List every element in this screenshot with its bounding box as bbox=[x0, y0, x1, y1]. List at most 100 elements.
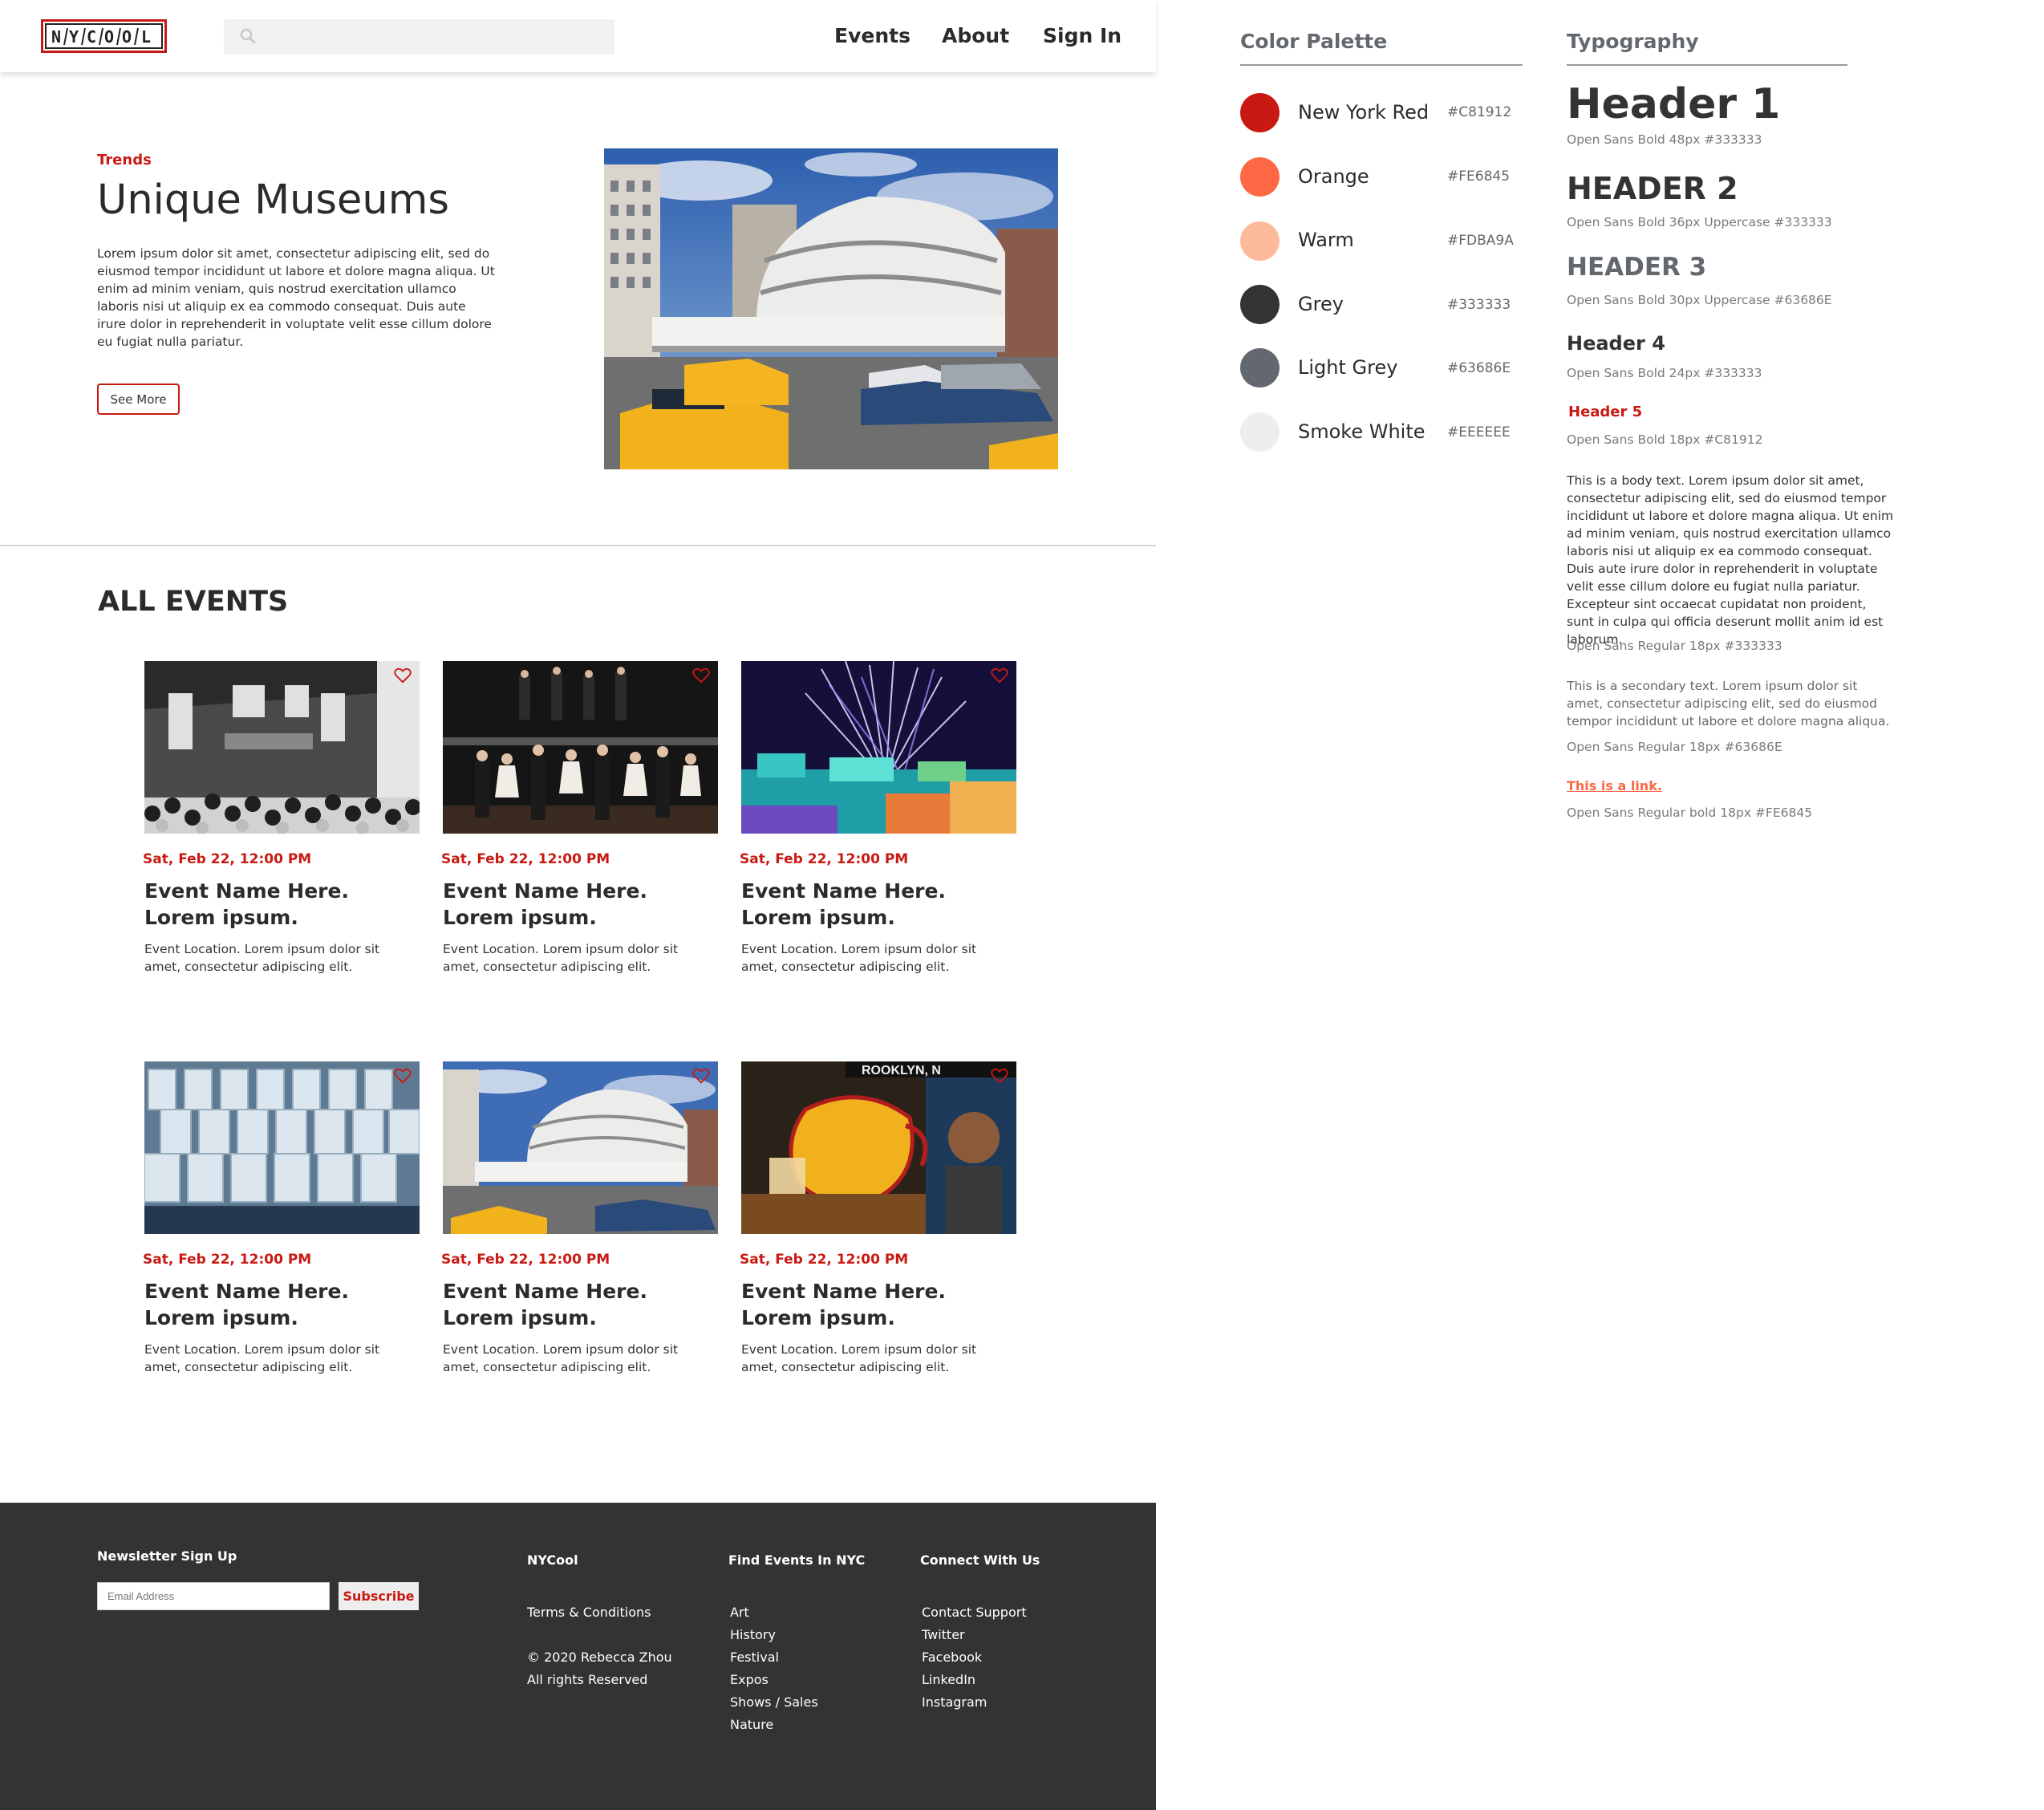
body-text-spec: Open Sans Regular 18px #333333 bbox=[1567, 639, 1782, 653]
color-name: Grey bbox=[1298, 293, 1344, 315]
event-date: Sat, Feb 22, 12:00 PM bbox=[143, 851, 312, 867]
sample-link[interactable]: This is a link. bbox=[1567, 778, 1662, 793]
footer-col-nycool-title: NYCool bbox=[527, 1552, 578, 1568]
svg-text:C: C bbox=[87, 27, 96, 47]
event-card[interactable]: Sat, Feb 22, 12:00 PM Event Name Here. L… bbox=[740, 661, 1016, 974]
link-spec: Open Sans Regular bold 18px #FE6845 bbox=[1567, 806, 1813, 820]
event-date: Sat, Feb 22, 12:00 PM bbox=[740, 851, 909, 867]
color-name: Warm bbox=[1298, 229, 1354, 251]
event-card[interactable]: Sat, Feb 22, 12:00 PM Event Name Here. L… bbox=[143, 661, 420, 974]
sample-header-5: Header 5 bbox=[1568, 404, 1643, 420]
hero-kicker: Trends bbox=[97, 152, 152, 168]
hero-museum-image[interactable] bbox=[604, 148, 1058, 469]
footer-col-events-title: Find Events In NYC bbox=[728, 1552, 866, 1568]
footer-link-shows-sales[interactable]: Shows / Sales bbox=[730, 1694, 818, 1710]
event-date: Sat, Feb 22, 12:00 PM bbox=[441, 1252, 610, 1268]
heart-icon[interactable] bbox=[991, 1068, 1008, 1084]
heart-icon[interactable] bbox=[692, 668, 710, 684]
event-name[interactable]: Event Name Here. Lorem ipsum. bbox=[741, 878, 1016, 931]
sample-header-3: Header 3 bbox=[1567, 253, 1707, 282]
logo-wordmark: N Y C O O L bbox=[45, 23, 163, 49]
event-card[interactable]: ROOKLYN, N Sat, Feb 22, 12:00 PM Event N… bbox=[740, 1061, 1016, 1374]
design-board: N Y C O O L Events About Sign In Trends … bbox=[0, 0, 2044, 1810]
heart-icon[interactable] bbox=[991, 668, 1008, 684]
event-date: Sat, Feb 22, 12:00 PM bbox=[441, 851, 610, 867]
header-2-spec: Open Sans Bold 36px Uppercase #333333 bbox=[1567, 215, 1832, 229]
nav-sign-in[interactable]: Sign In bbox=[1043, 24, 1121, 47]
historic-crowd-image bbox=[144, 661, 420, 834]
guggenheim-image bbox=[443, 1061, 718, 1234]
footer-link-nature[interactable]: Nature bbox=[730, 1717, 773, 1732]
subscribe-button[interactable]: Subscribe bbox=[339, 1582, 419, 1610]
svg-text:ROOKLYN, N: ROOKLYN, N bbox=[862, 1064, 941, 1077]
event-location: Event Location. Lorem ipsum dolor sit am… bbox=[741, 942, 977, 974]
swatch-grey bbox=[1240, 285, 1280, 324]
nav-about[interactable]: About bbox=[942, 24, 1009, 47]
secondary-text-spec: Open Sans Regular 18px #63686E bbox=[1567, 740, 1782, 754]
search-bar[interactable] bbox=[224, 19, 614, 55]
sample-header-4: Header 4 bbox=[1567, 332, 1665, 355]
footer-link-instagram[interactable]: Instagram bbox=[922, 1694, 987, 1710]
palette-divider bbox=[1240, 64, 1523, 66]
color-hex: #C81912 bbox=[1447, 104, 1512, 120]
footer-link-twitter[interactable]: Twitter bbox=[922, 1627, 965, 1642]
svg-text:O: O bbox=[122, 27, 132, 47]
swatch-orange bbox=[1240, 157, 1280, 197]
fireworks-castle-image bbox=[741, 661, 1016, 834]
terms-link[interactable]: Terms & Conditions bbox=[527, 1605, 651, 1620]
svg-text:Y: Y bbox=[69, 27, 79, 47]
header-5-spec: Open Sans Bold 18px #C81912 bbox=[1567, 432, 1763, 447]
typography-title: Typography bbox=[1567, 30, 1699, 53]
color-hex: #FDBA9A bbox=[1447, 233, 1514, 249]
website-mockup: N Y C O O L Events About Sign In Trends … bbox=[0, 0, 1156, 1810]
event-name[interactable]: Event Name Here. Lorem ipsum. bbox=[144, 1278, 420, 1331]
event-location: Event Location. Lorem ipsum dolor sit am… bbox=[144, 942, 380, 974]
event-name[interactable]: Event Name Here. Lorem ipsum. bbox=[443, 878, 718, 931]
header-1-spec: Open Sans Bold 48px #333333 bbox=[1567, 132, 1762, 147]
color-name: New York Red bbox=[1298, 101, 1430, 124]
event-card[interactable]: Sat, Feb 22, 12:00 PM Event Name Here. L… bbox=[441, 1061, 718, 1374]
footer-link-festival[interactable]: Festival bbox=[730, 1650, 779, 1665]
heart-icon[interactable] bbox=[692, 1068, 710, 1084]
event-card[interactable]: Sat, Feb 22, 12:00 PM Event Name Here. L… bbox=[441, 661, 718, 974]
heart-icon[interactable] bbox=[394, 1068, 412, 1084]
event-location: Event Location. Lorem ipsum dolor sit am… bbox=[443, 942, 679, 974]
see-more-button[interactable]: See More bbox=[97, 384, 180, 415]
footer-link-linkedin[interactable]: LinkedIn bbox=[922, 1672, 975, 1687]
event-name[interactable]: Event Name Here. Lorem ipsum. bbox=[144, 878, 420, 931]
event-name[interactable]: Event Name Here. Lorem ipsum. bbox=[741, 1278, 1016, 1331]
heart-icon[interactable] bbox=[394, 668, 412, 684]
event-card[interactable]: Sat, Feb 22, 12:00 PM Event Name Here. L… bbox=[143, 1061, 420, 1374]
hero-description: Lorem ipsum dolor sit amet, consectetur … bbox=[97, 246, 495, 349]
footer-link-facebook[interactable]: Facebook bbox=[922, 1650, 982, 1665]
newsletter-email-input[interactable] bbox=[97, 1582, 330, 1610]
header-3-spec: Open Sans Bold 30px Uppercase #63686E bbox=[1567, 293, 1832, 307]
event-name[interactable]: Event Name Here. Lorem ipsum. bbox=[443, 1278, 718, 1331]
sample-header-1: Header 1 bbox=[1567, 80, 1781, 128]
footer-link-history[interactable]: History bbox=[730, 1627, 776, 1642]
footer-link-expos[interactable]: Expos bbox=[730, 1672, 769, 1687]
site-logo[interactable]: N Y C O O L bbox=[41, 19, 167, 53]
header-4-spec: Open Sans Bold 24px #333333 bbox=[1567, 366, 1762, 380]
nav-events[interactable]: Events bbox=[834, 24, 910, 47]
swatch-smoke-white bbox=[1240, 412, 1280, 452]
rights-text: All rights Reserved bbox=[527, 1672, 648, 1687]
svg-text:N: N bbox=[51, 27, 61, 47]
newsletter-title: Newsletter Sign Up bbox=[97, 1548, 237, 1564]
color-hex: #333333 bbox=[1447, 297, 1511, 313]
event-location: Event Location. Lorem ipsum dolor sit am… bbox=[144, 1342, 380, 1374]
event-location: Event Location. Lorem ipsum dolor sit am… bbox=[443, 1342, 679, 1374]
tasting-glasses-image bbox=[144, 1061, 420, 1234]
events-heading: ALL EVENTS bbox=[98, 586, 289, 618]
color-name: Smoke White bbox=[1298, 420, 1426, 443]
search-icon bbox=[240, 28, 256, 44]
swatch-new-york-red bbox=[1240, 93, 1280, 132]
palette-title: Color Palette bbox=[1240, 30, 1388, 53]
footer-link-art[interactable]: Art bbox=[730, 1605, 749, 1620]
footer-link-contact-support[interactable]: Contact Support bbox=[922, 1605, 1027, 1620]
sample-secondary-text: This is a secondary text. Lorem ipsum do… bbox=[1567, 679, 1890, 728]
swatch-light-grey bbox=[1240, 348, 1280, 388]
section-divider bbox=[0, 545, 1156, 546]
event-date: Sat, Feb 22, 12:00 PM bbox=[740, 1252, 909, 1268]
color-hex: #EEEEEE bbox=[1447, 424, 1511, 440]
